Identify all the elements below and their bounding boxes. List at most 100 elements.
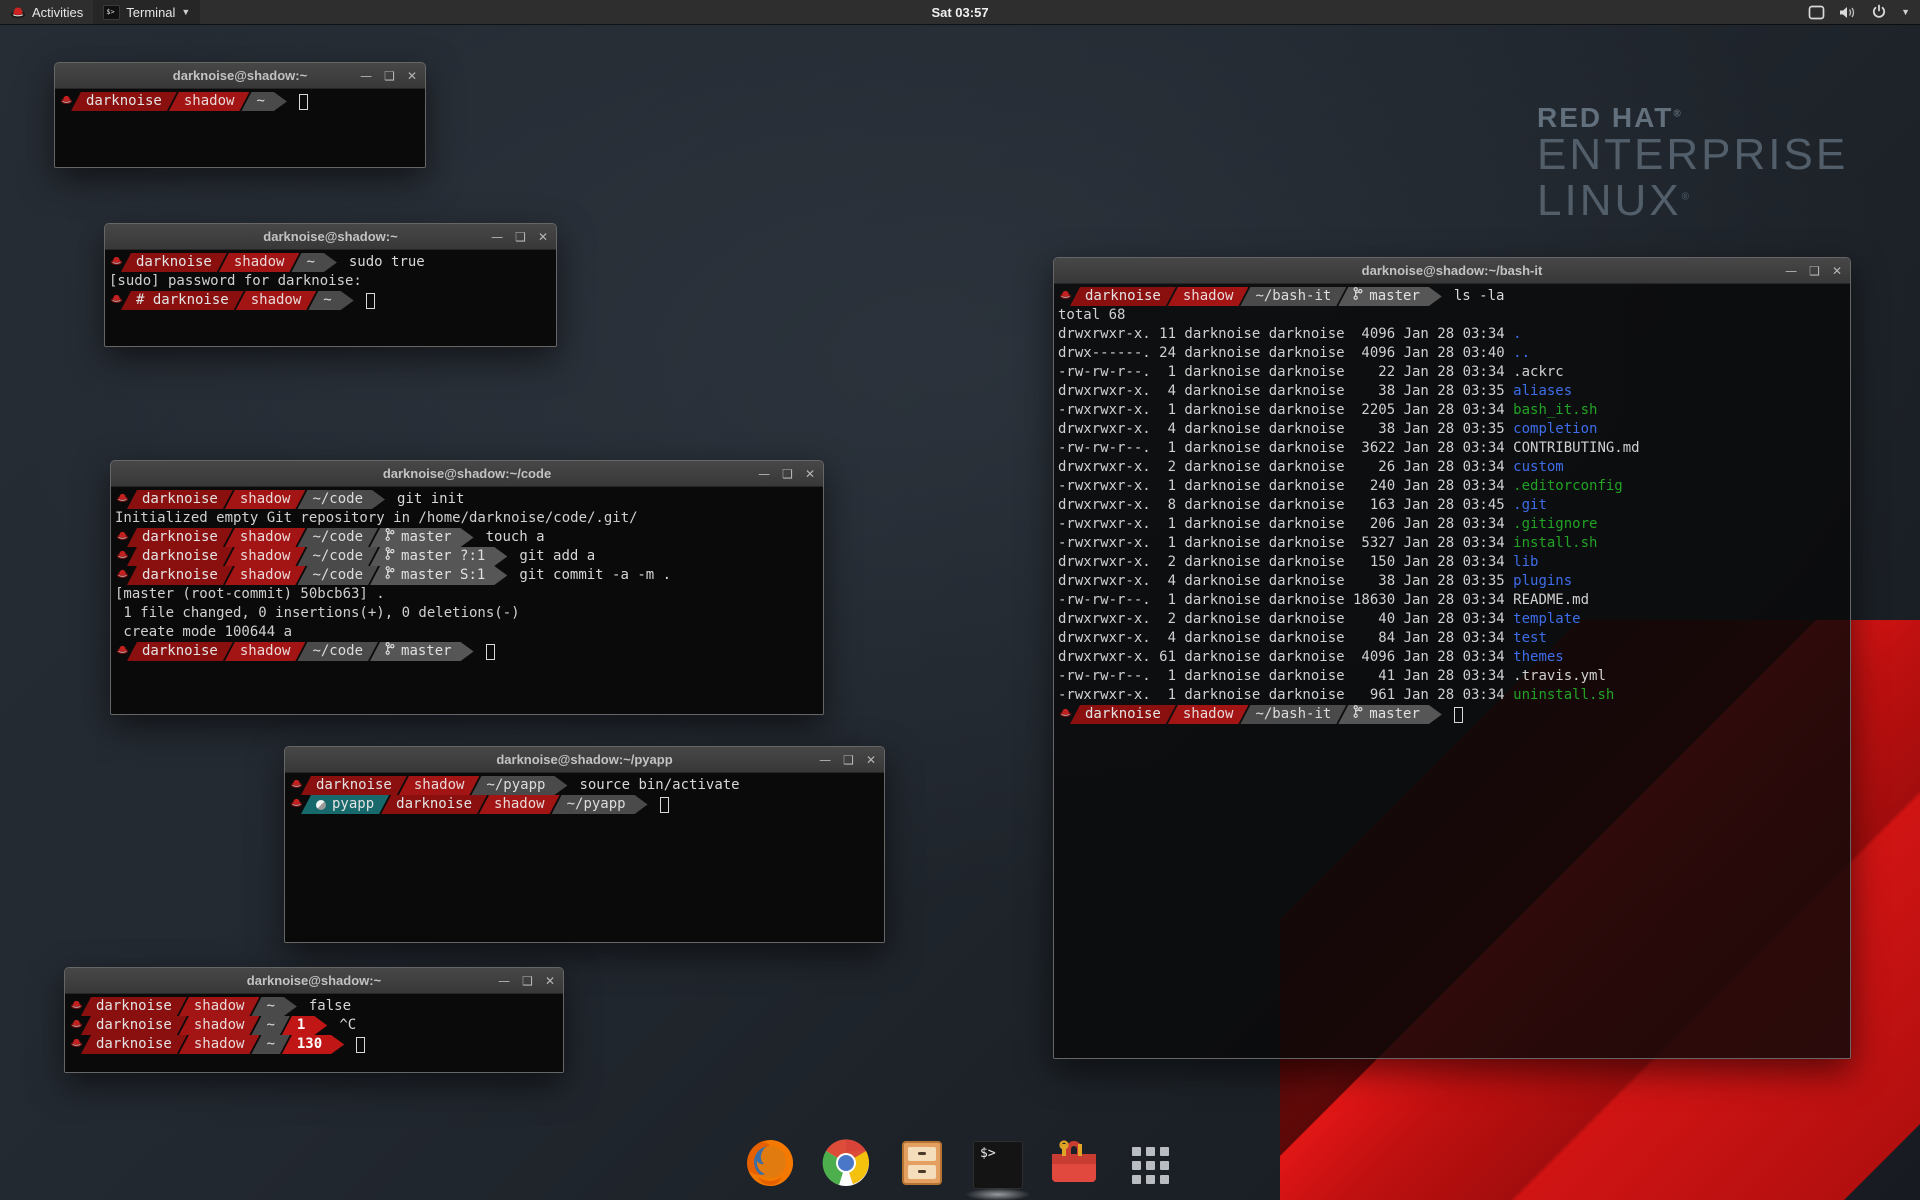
terminal-cursor[interactable] [486,644,495,660]
close-button[interactable]: ✕ [545,975,555,987]
prompt-segment-user: darknoise [381,795,487,814]
file-list-row: -rwxrwxr-x. 1 darknoise darknoise 5327 J… [1054,534,1850,553]
window-titlebar[interactable]: darknoise@shadow:~—❑✕ [65,968,563,994]
terminal-cursor[interactable] [366,293,375,309]
window-titlebar[interactable]: darknoise@shadow:~—❑✕ [105,224,556,250]
terminal-cursor[interactable] [356,1037,365,1053]
prompt-line: darknoiseshadow~/bash-itmaster [1054,705,1850,724]
terminal-window[interactable]: darknoise@shadow:~ — ❑ ✕ darknoiseshadow~ [54,62,426,168]
minimize-button[interactable]: — [491,231,503,243]
file-list-row: drwxrwxr-x. 4 darknoise darknoise 84 Jan… [1054,629,1850,648]
minimize-button[interactable]: — [1785,265,1797,277]
toolbox-icon [1048,1140,1100,1191]
logo-linux: LINUX [1537,176,1682,225]
maximize-button[interactable]: ❑ [843,754,854,766]
prompt-segment-path: ~/code [297,566,378,585]
prompt-segment-path: ~ [291,253,336,272]
prompt-segment-user: darknoise [301,776,407,795]
power-icon[interactable] [1871,4,1887,20]
window-buttons: — ❑ ✕ [758,461,815,486]
prompt-line: darknoiseshadow~/codemaster ?:1git add a [111,547,823,566]
maximize-button[interactable]: ❑ [1809,265,1820,277]
minimize-button[interactable]: — [819,754,831,766]
redhat-prompt-icon [116,547,129,566]
display-icon[interactable] [1808,5,1825,20]
terminal-content[interactable]: darknoiseshadow~falsedarknoiseshadow~1^C… [65,994,563,1072]
output-text: [master (root-commit) 50bcb63] . [111,585,385,604]
prompt-segment-path: ~ [308,291,353,310]
window-title: darknoise@shadow:~/bash-it [1362,263,1543,278]
terminal-content[interactable]: darknoiseshadow~/pyappsource bin/activat… [285,773,884,942]
file-meta: drwxrwxr-x. 8 darknoise darknoise 163 Ja… [1054,496,1513,515]
close-button[interactable]: ✕ [805,468,815,480]
window-titlebar[interactable]: darknoise@shadow:~/pyapp—❑✕ [285,747,884,773]
terminal-cursor[interactable] [1454,707,1463,723]
chevron-down-icon[interactable]: ▼ [1901,7,1910,17]
app-menu-terminal[interactable]: $> Terminal ▼ [93,0,200,24]
file-meta: drwxrwxr-x. 4 darknoise darknoise 38 Jan… [1054,382,1513,401]
firefox-launcher[interactable] [741,1136,799,1194]
minimize-button[interactable]: — [758,468,770,480]
minimize-button[interactable]: — [360,70,372,82]
prompt-segment-user: darknoise [1070,705,1176,724]
chevron-down-icon: ▼ [181,7,190,17]
terminal-window[interactable]: darknoise@shadow:~—❑✕darknoiseshadow~sud… [104,223,557,347]
file-meta: -rw-rw-r--. 1 darknoise darknoise 41 Jan… [1054,667,1513,686]
volume-icon[interactable] [1839,5,1857,20]
file-meta: -rwxrwxr-x. 1 darknoise darknoise 240 Ja… [1054,477,1513,496]
terminal-launcher[interactable]: $> [969,1136,1027,1194]
prompt-segment-user: darknoise [71,92,177,111]
toolbox-launcher[interactable] [1045,1136,1103,1194]
file-name: install.sh [1513,534,1597,553]
file-name: uninstall.sh [1513,686,1614,705]
terminal-content[interactable]: darknoiseshadow~/codegit initInitialized… [111,487,823,714]
chrome-launcher[interactable] [817,1136,875,1194]
window-titlebar[interactable]: darknoise@shadow:~/code—❑✕ [111,461,823,487]
maximize-button[interactable]: ❑ [522,975,533,987]
terminal-window[interactable]: darknoise@shadow:~—❑✕darknoiseshadow~fal… [64,967,564,1073]
file-meta: -rwxrwxr-x. 1 darknoise darknoise 5327 J… [1054,534,1513,553]
maximize-button[interactable]: ❑ [384,70,395,82]
terminal-window[interactable]: darknoise@shadow:~/pyapp—❑✕darknoiseshad… [284,746,885,943]
file-name: .editorconfig [1513,477,1623,496]
window-titlebar[interactable]: darknoise@shadow:~/bash-it — ❑ ✕ [1054,258,1850,284]
close-button[interactable]: ✕ [866,754,876,766]
file-list-row: drwxrwxr-x. 61 darknoise darknoise 4096 … [1054,648,1850,667]
file-meta: -rw-rw-r--. 1 darknoise darknoise 18630 … [1054,591,1513,610]
prompt-segment-host: shadow [169,92,250,111]
prompt-segment-git: master [370,528,474,547]
redhat-prompt-icon [290,776,303,795]
prompt-line: darknoiseshadow~/bash-itmasterls -la [1054,287,1850,306]
terminal-window[interactable]: darknoise@shadow:~/code—❑✕darknoiseshado… [110,460,824,715]
window-title: darknoise@shadow:~ [173,68,307,83]
terminal-cursor[interactable] [660,797,669,813]
app-menu-label: Terminal [126,5,175,20]
prompt-segment-host: shadow [399,776,480,795]
redhat-prompt-icon [110,253,123,272]
terminal-cursor[interactable] [299,94,308,110]
maximize-button[interactable]: ❑ [515,231,526,243]
close-button[interactable]: ✕ [1832,265,1842,277]
file-meta: drwxrwxr-x. 2 darknoise darknoise 40 Jan… [1054,610,1513,629]
maximize-button[interactable]: ❑ [782,468,793,480]
app-grid-launcher[interactable] [1121,1136,1179,1194]
file-name: .travis.yml [1513,667,1606,686]
command-text: git commit -a -m . [519,566,671,585]
python-venv-icon [316,800,326,810]
close-button[interactable]: ✕ [538,231,548,243]
file-list-row: -rw-rw-r--. 1 darknoise darknoise 3622 J… [1054,439,1850,458]
terminal-window[interactable]: darknoise@shadow:~/bash-it — ❑ ✕ darknoisesh… [1053,257,1851,1059]
terminal-content[interactable]: darknoiseshadow~ [55,89,425,167]
redhat-prompt-icon [70,1035,83,1054]
file-list-row: -rw-rw-r--. 1 darknoise darknoise 18630 … [1054,591,1850,610]
terminal-content[interactable]: darknoiseshadow~/bash-itmasterls -latota… [1054,284,1850,1058]
terminal-content[interactable]: darknoiseshadow~sudo true[sudo] password… [105,250,556,346]
clock[interactable]: Sat 03:57 [931,5,988,20]
prompt-line: darknoiseshadow~/codemaster [111,642,823,661]
activities-button[interactable]: Activities [0,0,93,24]
window-titlebar[interactable]: darknoise@shadow:~ — ❑ ✕ [55,63,425,89]
prompt-segment-path: ~/code [297,490,385,509]
files-launcher[interactable] [893,1136,951,1194]
minimize-button[interactable]: — [498,975,510,987]
close-button[interactable]: ✕ [407,70,417,82]
